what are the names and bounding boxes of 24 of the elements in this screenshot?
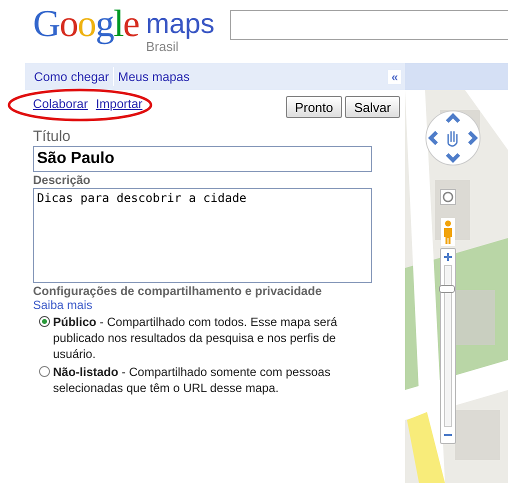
description-field[interactable]: Dicas para descobrir a cidade bbox=[33, 188, 372, 283]
nav-link[interactable]: Meus mapas bbox=[118, 70, 190, 84]
person-icon[interactable] bbox=[441, 218, 455, 246]
reset-button[interactable] bbox=[440, 189, 456, 205]
radio-button[interactable] bbox=[39, 316, 50, 327]
section-heading: Configurações de compartilhamento e privacidade bbox=[33, 284, 323, 298]
search-field[interactable] bbox=[230, 10, 508, 40]
collapse-button[interactable]: « bbox=[388, 70, 401, 84]
action-link[interactable]: Colaborar bbox=[33, 97, 88, 111]
learn-more-link[interactable]: Saiba mais bbox=[33, 298, 405, 312]
field-label: Título bbox=[33, 128, 72, 145]
title-field[interactable]: São Paulo bbox=[33, 146, 372, 172]
radio-button[interactable] bbox=[39, 366, 50, 377]
action-link[interactable]: Importar bbox=[96, 97, 142, 111]
action-button[interactable]: Salvar bbox=[345, 96, 400, 118]
zoom-slider[interactable] bbox=[440, 248, 456, 444]
option-description: Público - Compartilhado com todos. Esse mapa será publicado nos resultados da pesquisa e nos perfis de usuário. bbox=[53, 314, 338, 362]
nav-link[interactable]: Como chegar bbox=[34, 70, 110, 84]
google-maps-logo[interactable]: Google maps Brasil bbox=[33, 8, 223, 54]
option-description: Não-listado - Compartilhado somente com pessoas selecionadas que têm o URL desse mapa. bbox=[53, 364, 332, 396]
action-button[interactable]: Pronto bbox=[286, 96, 342, 118]
field-label: Descrição bbox=[33, 173, 92, 187]
slider-thumb[interactable] bbox=[439, 285, 455, 294]
pan-control[interactable] bbox=[424, 109, 482, 167]
